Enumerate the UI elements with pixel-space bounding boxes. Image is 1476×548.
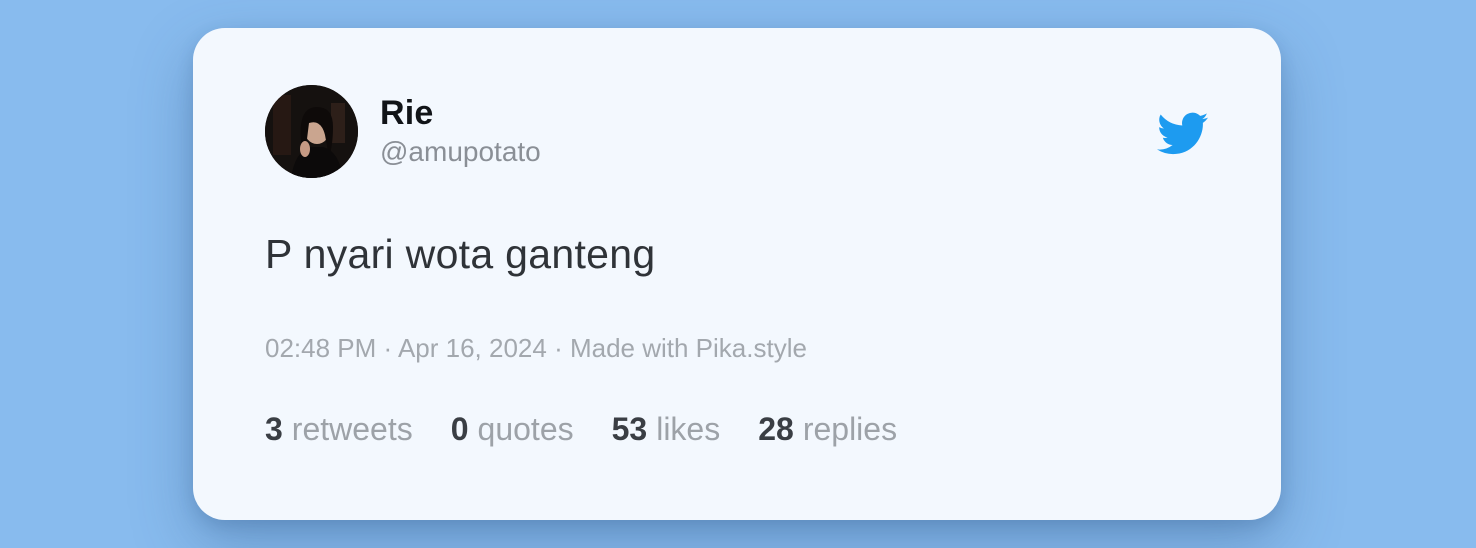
tweet-meta: 02:48 PM · Apr 16, 2024 · Made with Pika…: [265, 333, 807, 363]
tweet-stats: 3 retweets 0 quotes 53 likes 28 replies: [265, 411, 897, 448]
stat-quotes[interactable]: 0 quotes: [451, 411, 574, 448]
stat-count: 3: [265, 411, 283, 447]
tweet-text: P nyari wota ganteng: [265, 231, 656, 277]
avatar-photo: [265, 85, 358, 178]
stat-retweets[interactable]: 3 retweets: [265, 411, 413, 448]
stat-likes[interactable]: 53 likes: [612, 411, 721, 448]
author-name[interactable]: Rie: [380, 94, 434, 133]
stat-label: quotes: [477, 411, 574, 447]
stat-count: 53: [611, 411, 648, 447]
twitter-bird-icon: [1157, 112, 1209, 156]
stat-replies[interactable]: 28 replies: [758, 411, 897, 448]
stat-count: 28: [758, 411, 794, 447]
stat-label: retweets: [291, 411, 413, 447]
avatar[interactable]: [265, 85, 358, 178]
stat-label: replies: [802, 411, 898, 447]
author-handle[interactable]: @amupotato: [380, 136, 541, 168]
stat-count: 0: [450, 411, 469, 447]
tweet-card: Rie @amupotato P nyari wota ganteng 02:4…: [193, 28, 1281, 520]
stat-label: likes: [656, 411, 721, 447]
